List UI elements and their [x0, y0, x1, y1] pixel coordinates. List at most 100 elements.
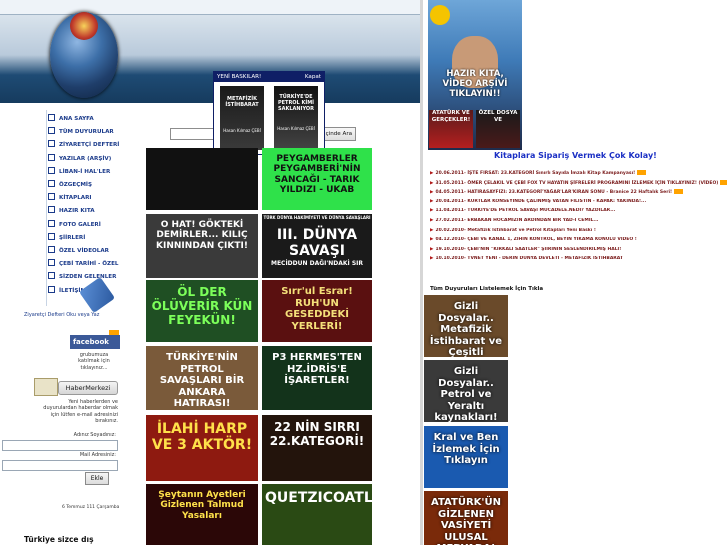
news-item[interactable]: ▶ 11.04.2011- TÜRKİYE'DE PETROL SAVAŞI MÜ… — [430, 208, 727, 217]
popup-book-2[interactable]: TÜRKİYE'DE PETROL KİMİ SAKLANIYOR Hasan … — [274, 86, 318, 150]
nav-item-label: ZİYARETÇİ DEFTERİ — [59, 142, 120, 149]
news-date: 11.04.2011 — [435, 208, 464, 214]
nav-item[interactable]: FOTO GALERİ — [48, 219, 120, 233]
checkbox-icon — [48, 259, 55, 267]
nav-item[interactable]: KİTAPLARI — [48, 193, 120, 206]
video-tile-text: Gizli Dosyalar.. Metafizik İstihbarat ve… — [429, 301, 503, 357]
tile-top: TÜRK DÜNYA HAKİMİYETİ VE DÜNYA SAVAŞLARI — [263, 215, 371, 220]
tile-text: TÜRKİYE'NİN PETROL SAVAŞLARI BİR ANKARA … — [159, 352, 245, 409]
tile-text: III. DÜNYA SAVAŞI — [276, 226, 358, 259]
checkbox-icon — [48, 206, 55, 214]
tile-link[interactable] — [146, 148, 258, 210]
news-date: 04.12.2010 — [435, 237, 464, 243]
video-tile[interactable]: Gizli Dosyalar.. Petrol ve Yeraltı kayna… — [424, 360, 508, 422]
nav-item-label: ŞİİRLERİ — [59, 234, 86, 241]
date-text: 6 Temmuz 111 Çarşamba — [62, 505, 120, 510]
tile-link[interactable]: ÖL DER ÖLÜVERİR KÜN FEYEKÜN! — [146, 280, 258, 342]
arrow-icon: ▶ — [430, 256, 434, 262]
header-divider — [0, 14, 420, 15]
nav-item[interactable]: SİZDEN GELENLER — [48, 272, 120, 285]
arrow-icon: ▶ — [430, 208, 434, 214]
popup-book-1[interactable]: METAFİZİK İSTİHBARAT Hasan Kılmaz ÇEBİ — [220, 86, 264, 150]
video-tile[interactable]: ATATÜRK'ÜN GİZLENEN VASİYETİ ULUSAL MEDY… — [424, 491, 508, 545]
nav-item-label: YAZILAR (ARŞİV) — [59, 155, 112, 162]
tile-link[interactable]: PEYGAMBERLER PEYGAMBERİ'NİN SANCAĞI - TA… — [262, 148, 372, 210]
arrow-icon: ▶ — [430, 227, 434, 233]
ekle-button[interactable]: Ekle — [85, 472, 109, 485]
tile-link[interactable]: Sırr'ul Esrar! RUH'UN GESEDDEKİ YERLERİ! — [262, 280, 372, 342]
book-title: METAFİZİK İSTİHBARAT — [225, 96, 259, 108]
checkbox-icon — [48, 219, 55, 227]
nav-item-label: TÜM DUYURULAR — [59, 129, 114, 136]
news-item[interactable]: ▶ 31.05.2011- ÖMER ÇELAKIL VE ÇEBİ FOX TV… — [430, 179, 727, 189]
nav-item-label: FOTO GALERİ — [59, 221, 101, 228]
facebook-text[interactable]: grubumuza katılmak için tıklayınız... — [70, 352, 118, 376]
checkbox-icon — [48, 166, 55, 174]
tile-link[interactable]: Şeytanın Ayetleri Gizlenen Talmud Yasala… — [146, 484, 258, 545]
news-text: - TVNET YENİ - DERİN DÜNYA DEVLETİ - MET… — [463, 256, 623, 262]
tile-link[interactable]: P3 HERMES'TEN HZ.İDRİS'E İŞARETLER! — [262, 346, 372, 410]
tile-text: İLAHİ HARP VE 3 AKTÖR! — [151, 421, 253, 454]
search-button[interactable]: İçinde Ara — [320, 127, 356, 141]
nav-item[interactable]: ÖZEL VİDEOLAR — [48, 246, 120, 259]
video-tile[interactable]: Gizli Dosyalar.. Metafizik İstihbarat ve… — [424, 295, 508, 357]
arrow-icon: ▶ — [430, 171, 434, 176]
checkbox-icon — [48, 246, 55, 253]
nav-item[interactable]: ÇEBİ TARİHİ - ÖZEL — [48, 259, 120, 272]
book-author: Hasan Kılmaz ÇEBİ — [277, 126, 315, 131]
tile-link[interactable]: İLAHİ HARP VE 3 AKTÖR! — [146, 415, 258, 481]
popup-close[interactable]: Kapat — [305, 72, 321, 82]
news-item[interactable]: ▶ 04.05.2011- HATIRASAYFIZI: 23.KATEGORİ'… — [430, 189, 727, 198]
email-label: Mail Adresiniz: — [79, 452, 116, 458]
video-tile-text: Gizli Dosyalar.. Petrol ve Yeraltı kayna… — [434, 366, 498, 422]
nav-item[interactable]: HAZIR KITA — [48, 206, 120, 219]
tile-link[interactable]: 22 NİN SIRRI 22.KATEGORİ! — [262, 415, 372, 481]
news-item[interactable]: ▶ 27.02.2011- ERBAKAN HOCAMIZIN ARDINDAN … — [430, 218, 727, 227]
news-item[interactable]: ▶ 10.10.2010- TVNET YENİ - DERİN DÜNYA DE… — [430, 256, 727, 265]
order-title[interactable]: Kitaplara Sipariş Vermek Çok Kolay! — [494, 151, 674, 163]
tile-link[interactable]: TÜRKİYE'NİN PETROL SAVAŞLARI BİR ANKARA … — [146, 346, 258, 410]
survey-title: Türkiye sizce dış — [24, 535, 94, 544]
nav-item[interactable]: LİBAN-İ HAL'LER — [48, 166, 120, 180]
nav-item[interactable]: ÖZGEÇMİŞ — [48, 180, 120, 193]
popup-titlebar: YENİ BASKILAR! Kapat — [214, 72, 324, 82]
tile-link[interactable]: QUETZICOATL! — [262, 484, 372, 545]
nav-item[interactable]: ANA SAYFA — [48, 114, 120, 127]
book-ozel-dosya[interactable]: ÖZEL DOSYA VE — [476, 110, 520, 148]
new-badge-icon — [720, 179, 727, 185]
news-item[interactable]: ▶ 19.10.2010- ÇEBİ'NİN "KIRKALI SAATLER" … — [430, 247, 727, 256]
news-item[interactable]: ▶ 20.06.2011- İŞTE FIRSAT: 23.KATEGORİ Sı… — [430, 170, 727, 179]
facebook-badge[interactable]: facebook — [70, 335, 120, 349]
tile-text: QUETZICOATL! — [265, 490, 372, 506]
news-date: 20.06.2011 — [435, 171, 464, 176]
popup-title: YENİ BASKILAR! — [217, 74, 262, 80]
checkbox-icon — [48, 193, 55, 201]
nav-item[interactable]: TÜM DUYURULAR — [48, 127, 120, 140]
news-item[interactable]: ▶ 20.04.2011- KURTLAR KONSEYİNDE ÇALINMIŞ… — [430, 199, 727, 208]
nav-item[interactable]: ZİYARETÇİ DEFTERİ — [48, 140, 120, 153]
name-field[interactable] — [2, 440, 118, 451]
news-text: - Metafizik İstihbarat ve Petrol Kitapla… — [463, 227, 596, 233]
nav-item[interactable]: ŞİİRLERİ — [48, 232, 120, 246]
tile-link[interactable]: O HAT! GÖKTEKİ DEMİRLER... KILIÇ KINNIND… — [146, 214, 258, 278]
nav-item-label: KİTAPLARI — [59, 195, 92, 202]
news-text: - ÇEBİ VE KANAL 1, ZİHİN KONTROL, BEYİN … — [463, 237, 637, 243]
news-item[interactable]: ▶ 20.02.2010- Metafizik İstihbarat ve Pet… — [430, 228, 727, 237]
nav-item[interactable]: YAZILAR (ARŞİV) — [48, 153, 120, 167]
column-divider — [420, 0, 423, 545]
guestbook-caption[interactable]: Ziyaretçi Defteri Oku veya Yaz — [24, 312, 120, 320]
email-field[interactable] — [2, 460, 118, 471]
news-item[interactable]: ▶ 04.12.2010- ÇEBİ VE KANAL 1, ZİHİN KONT… — [430, 237, 727, 246]
all-announcements-link[interactable]: Tüm Duyuruları Listelemek İçin Tıkla — [430, 286, 550, 294]
video-tile[interactable]: Kral ve Ben İzlemek İçin Tıklayın — [424, 426, 508, 488]
haber-merkezi[interactable]: HaberMerkezi — [34, 378, 118, 396]
new-badge-icon — [674, 189, 684, 195]
video-banner-text: HAZIR KITA, VİDEO ARŞİVİ TIKLAYIN!! — [442, 69, 508, 99]
tile-link[interactable]: TÜRK DÜNYA HAKİMİYETİ VE DÜNYA SAVAŞLARI… — [262, 214, 372, 278]
news-date: 20.02.2010 — [435, 227, 464, 233]
tile-text: Şeytanın Ayetleri Gizlenen Talmud Yasala… — [158, 490, 246, 521]
book-ataturk[interactable]: ATATÜRK VE GERÇEKLER! — [429, 110, 473, 148]
news-date: 04.05.2011 — [435, 190, 464, 196]
checkbox-icon — [48, 272, 55, 280]
envelope-icon — [34, 378, 58, 396]
